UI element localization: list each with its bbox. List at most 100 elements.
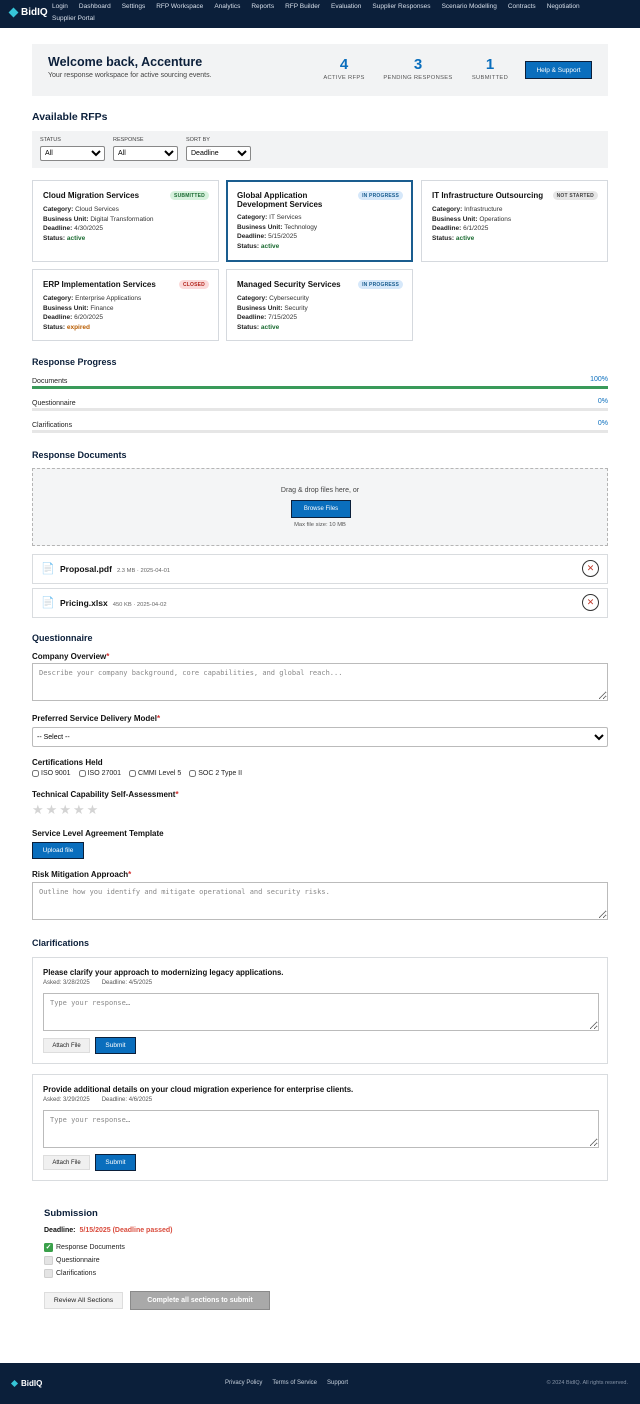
attach-file-button[interactable]: Attach File <box>43 1155 90 1170</box>
remove-file-icon[interactable]: ✕ <box>582 594 599 611</box>
nav-link-analytics[interactable]: Analytics <box>214 2 240 11</box>
footer: BidIQ Privacy Policy Terms of Service Su… <box>0 1363 640 1404</box>
rfp-card-details: Category: Cloud Services Business Unit: … <box>43 206 154 242</box>
stat-label: PENDING RESPONSES <box>383 75 453 81</box>
response-select[interactable]: All <box>113 146 178 161</box>
stat-value: 3 <box>413 56 423 73</box>
submit-clarification-button[interactable]: Submit <box>95 1154 136 1171</box>
progress-bar <box>32 386 608 389</box>
stat-value: 4 <box>339 56 349 73</box>
file-meta: 450 KB · 2025-04-02 <box>112 602 167 608</box>
certifications-label: Certifications Held <box>32 758 103 767</box>
self-assessment-label: Technical Capability Self-Assessment* <box>32 790 179 799</box>
document-icon: 📄 <box>41 597 55 609</box>
star-icon[interactable]: ★ <box>46 803 58 817</box>
progress-questionnaire: Questionnaire 0% <box>32 398 608 411</box>
rfp-card-title: IT Infrastructure Outsourcing <box>432 191 544 200</box>
rfp-card-title: Cloud Migration Services <box>43 191 140 200</box>
cert-checkbox[interactable] <box>32 770 39 777</box>
nav-link-rfp-workspace[interactable]: RFP Workspace <box>156 2 203 11</box>
status-badge: IN PROGRESS <box>358 280 403 289</box>
rfp-card-title: Managed Security Services <box>237 280 341 289</box>
progress-fill <box>32 386 608 389</box>
clarification-item: Please clarify your approach to moderniz… <box>32 957 608 1064</box>
nav-link-rfp-builder[interactable]: RFP Builder <box>285 2 320 11</box>
nav-link-dashboard[interactable]: Dashboard <box>79 2 111 11</box>
file-name: Proposal.pdf 2.3 MB · 2025-04-01 <box>60 564 171 574</box>
clarification-response-input[interactable] <box>43 1110 599 1148</box>
complete-submit-button[interactable]: Complete all sections to submit <box>130 1291 270 1310</box>
welcome-subtitle: Your response workspace for active sourc… <box>48 72 212 79</box>
cert-soc-2[interactable]: SOC 2 Type II <box>189 770 242 777</box>
progress-value: 0% <box>597 398 608 405</box>
risk-mitigation-input[interactable] <box>32 882 608 920</box>
nav-link-login[interactable]: Login <box>52 2 68 11</box>
review-all-sections-button[interactable]: Review All Sections <box>44 1292 123 1309</box>
progress-bar <box>32 408 608 411</box>
nav-link-reports[interactable]: Reports <box>251 2 274 11</box>
nav-link-supplier-portal[interactable]: Supplier Portal <box>52 14 95 23</box>
cert-cmmi-level-5[interactable]: CMMI Level 5 <box>129 770 181 777</box>
footer-brand[interactable]: BidIQ <box>10 1379 42 1388</box>
attach-file-button[interactable]: Attach File <box>43 1038 90 1053</box>
nav-link-contracts[interactable]: Contracts <box>508 2 536 11</box>
clarification-response-input[interactable] <box>43 993 599 1031</box>
rfp-card-details: Category: IT Services Business Unit: Tec… <box>237 214 318 250</box>
file-dropzone[interactable]: Drag & drop files here, or Browse Files … <box>32 468 608 546</box>
nav-link-settings[interactable]: Settings <box>122 2 146 11</box>
cert-checkbox[interactable] <box>129 770 137 777</box>
file-item-proposal: 📄 Proposal.pdf 2.3 MB · 2025-04-01 ✕ <box>32 554 608 584</box>
star-icon[interactable]: ★ <box>73 803 85 817</box>
progress-value: 100% <box>590 376 608 383</box>
dropzone-text: Drag & drop files here, or <box>280 487 360 494</box>
upload-file-button[interactable]: Upload file <box>32 842 84 859</box>
submit-clarification-button[interactable]: Submit <box>95 1037 136 1054</box>
rfp-card-cloud-migration[interactable]: Cloud Migration Services SUBMITTED Categ… <box>32 180 219 262</box>
filter-status: STATUS All <box>40 137 105 161</box>
cert-checkbox[interactable] <box>189 770 197 777</box>
cert-iso-27001[interactable]: ISO 27001 <box>78 770 121 777</box>
cert-checkbox[interactable] <box>78 770 86 777</box>
nav-link-negotiation[interactable]: Negotiation <box>547 2 580 11</box>
cert-iso-9001[interactable]: ISO 9001 <box>32 770 71 777</box>
rfp-card-it-infrastructure[interactable]: IT Infrastructure Outsourcing NOT STARTE… <box>421 180 608 262</box>
rating-stars: ★ ★ ★ ★ ★ <box>32 803 98 817</box>
document-icon: 📄 <box>41 563 55 575</box>
brand-logo[interactable]: BidIQ <box>8 7 48 18</box>
deadline-value: 5/15/2025 (Deadline passed) <box>79 1227 173 1234</box>
filters-bar: STATUS All RESPONSE All SORT BY Deadline <box>32 131 608 168</box>
filter-sort: SORT BY Deadline <box>186 137 251 161</box>
status-badge: IN PROGRESS <box>358 191 403 200</box>
browse-files-button[interactable]: Browse Files <box>291 500 351 518</box>
clarification-meta: Asked: 3/28/2025 Deadline: 4/5/2025 <box>43 980 153 986</box>
star-icon[interactable]: ★ <box>59 803 71 817</box>
nav-link-supplier-responses[interactable]: Supplier Responses <box>372 2 430 11</box>
rfp-card-global-app-dev[interactable]: Global Application Development Services … <box>226 180 413 262</box>
nav-link-evaluation[interactable]: Evaluation <box>331 2 361 11</box>
progress-label: Documents <box>32 378 68 385</box>
delivery-model-select[interactable]: -- Select -- <box>32 727 608 747</box>
sort-select[interactable]: Deadline <box>186 146 251 161</box>
remove-file-icon[interactable]: ✕ <box>582 560 599 577</box>
status-select[interactable]: All <box>40 146 105 161</box>
questionnaire-title: Questionnaire <box>32 633 93 643</box>
footer-link-terms[interactable]: Terms of Service <box>272 1380 317 1386</box>
star-icon[interactable]: ★ <box>87 803 99 817</box>
clarification-item: Provide additional details on your cloud… <box>32 1074 608 1181</box>
footer-link-support[interactable]: Support <box>327 1380 348 1386</box>
progress-documents: Documents 100% <box>32 376 608 389</box>
rfp-card-managed-security[interactable]: Managed Security Services IN PROGRESS Ca… <box>226 269 413 341</box>
footer-link-privacy[interactable]: Privacy Policy <box>225 1380 262 1386</box>
submission-title: Submission <box>44 1208 98 1219</box>
nav-link-scenario-modelling[interactable]: Scenario Modelling <box>442 2 497 11</box>
help-support-button[interactable]: Help & Support <box>525 61 592 79</box>
rfp-card-erp-implementation[interactable]: ERP Implementation Services CLOSED Categ… <box>32 269 219 341</box>
filter-label: STATUS <box>40 137 61 143</box>
welcome-banner: Welcome back, Accenture Your response wo… <box>32 44 608 96</box>
available-rfps-title: Available RFPs <box>32 111 108 123</box>
company-overview-input[interactable] <box>32 663 608 701</box>
star-icon[interactable]: ★ <box>32 803 44 817</box>
rfp-card-details: Category: Enterprise Applications Busine… <box>43 295 142 331</box>
stat-label: SUBMITTED <box>471 75 509 81</box>
progress-bar <box>32 430 608 433</box>
